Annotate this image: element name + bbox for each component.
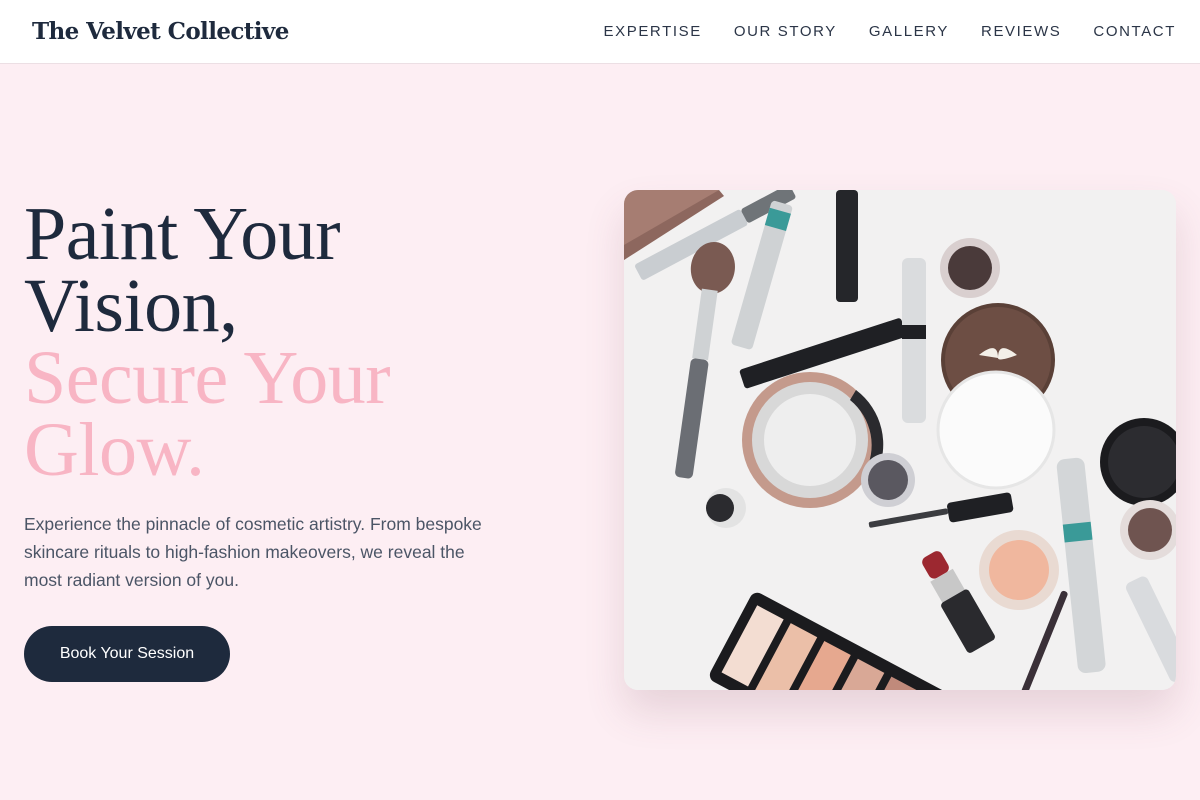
navbar: The Velvet Collective EXPERTISE OUR STOR…	[0, 0, 1200, 64]
nav-link-our-story[interactable]: OUR STORY	[734, 23, 837, 40]
nav-menu: EXPERTISE OUR STORY GALLERY REVIEWS CONT…	[604, 23, 1176, 40]
nav-link-reviews[interactable]: REVIEWS	[981, 23, 1061, 40]
brand-logo[interactable]: The Velvet Collective	[32, 18, 289, 45]
nav-link-contact[interactable]: CONTACT	[1093, 23, 1176, 40]
hero-heading-line-2: Vision,	[24, 264, 238, 348]
nav-link-expertise[interactable]: EXPERTISE	[604, 23, 702, 40]
book-session-button[interactable]: Book Your Session	[24, 626, 230, 682]
hero-heading-line-4: Glow.	[24, 408, 205, 492]
hero-heading-line-1: Paint Your	[24, 192, 341, 276]
hero-heading-line-3: Secure Your	[24, 336, 391, 420]
hero-heading: Paint Your Vision, Secure Your Glow.	[24, 192, 544, 492]
hero-description: Experience the pinnacle of cosmetic arti…	[24, 514, 482, 590]
nav-link-gallery[interactable]: GALLERY	[869, 23, 949, 40]
hero-image	[624, 190, 1176, 690]
